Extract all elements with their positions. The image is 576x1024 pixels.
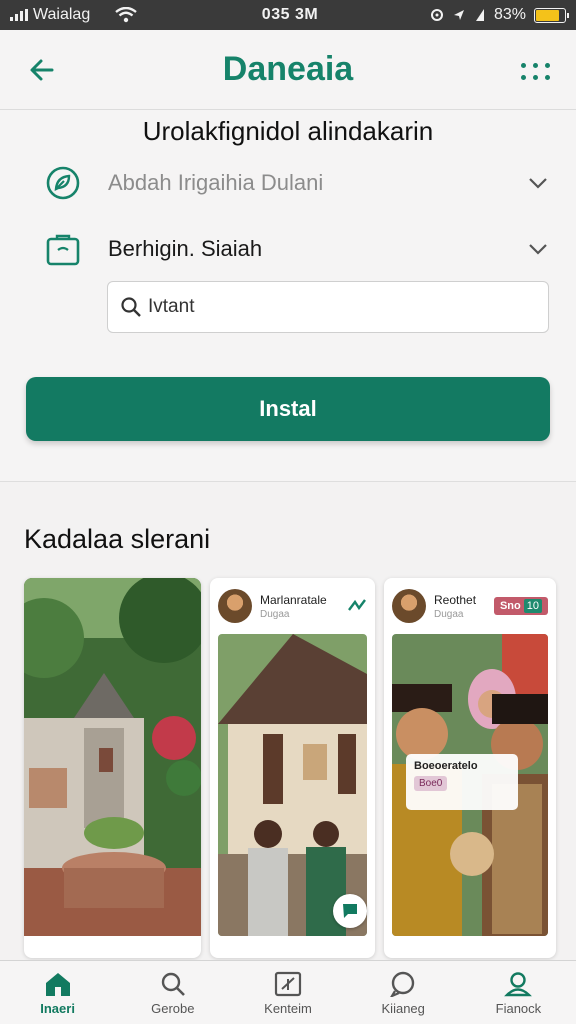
chevron-down-icon bbox=[526, 171, 550, 195]
search-icon bbox=[158, 970, 188, 998]
install-form: Urolakfignidol alindakarin Abdah Irigaih… bbox=[0, 110, 576, 482]
signal-icon bbox=[10, 9, 28, 21]
field-dropdown-2[interactable]: Berhigin. Siaiah bbox=[44, 224, 550, 274]
battery-percent: 83% bbox=[493, 6, 526, 23]
nav-create[interactable]: Kenteim bbox=[230, 961, 345, 1024]
nav-search[interactable]: Gerobe bbox=[115, 961, 230, 1024]
edit-square-icon bbox=[273, 970, 303, 998]
more-menu-button[interactable] bbox=[520, 56, 552, 86]
field2-label: Berhigin. Siaiah bbox=[108, 236, 263, 261]
status-time: 035 3M bbox=[261, 6, 319, 23]
content-card[interactable]: Reothet Dugaa Sno 10 Boeoeratelo Boe0 bbox=[384, 578, 556, 958]
bottom-navigation: Inaeri Gerobe Kenteim Kiianeg Fianock bbox=[0, 960, 576, 1024]
content-card[interactable] bbox=[24, 578, 201, 958]
profile-icon bbox=[503, 970, 533, 998]
info-popup: Boeoeratelo Boe0 bbox=[406, 754, 518, 810]
field1-label: Abdah Irigaihia Dulani bbox=[108, 170, 324, 195]
content-card[interactable]: Marlanratale Dugaa bbox=[210, 578, 375, 958]
leaf-icon bbox=[44, 164, 82, 202]
card-author: Reothet bbox=[434, 592, 477, 607]
nav-home[interactable]: Inaeri bbox=[0, 961, 115, 1024]
card-subtitle: Dugaa bbox=[434, 608, 464, 620]
people-photo: Boeoeratelo Boe0 bbox=[392, 634, 548, 936]
carrier-name: Waialag bbox=[33, 6, 91, 23]
status-bar: Waialag 035 3M 83% bbox=[0, 0, 576, 30]
home-icon bbox=[43, 970, 73, 998]
house-photo bbox=[218, 634, 367, 936]
share-icon[interactable] bbox=[347, 598, 367, 614]
form-heading: Urolakfignidol alindakarin bbox=[142, 116, 434, 146]
wifi-icon bbox=[115, 7, 137, 23]
comment-button[interactable] bbox=[333, 894, 367, 928]
bag-icon bbox=[44, 230, 82, 268]
search-field[interactable] bbox=[107, 281, 549, 333]
popup-tag: Boe0 bbox=[414, 776, 448, 791]
location-icon bbox=[453, 10, 464, 20]
battery-icon bbox=[534, 7, 569, 23]
search-icon bbox=[121, 297, 141, 317]
search-input[interactable] bbox=[148, 296, 528, 318]
card-author: Marlanratale bbox=[260, 592, 327, 607]
garden-shrine-photo bbox=[24, 578, 201, 936]
section-title: Kadalaa slerani bbox=[24, 524, 211, 554]
sync-icon bbox=[430, 9, 443, 21]
page-title: Daneaia bbox=[222, 50, 354, 88]
nav-profile[interactable]: Fianock bbox=[461, 961, 576, 1024]
nav-messages[interactable]: Kiianeg bbox=[346, 961, 461, 1024]
avatar bbox=[218, 589, 252, 623]
status-badge: Sno 10 bbox=[493, 597, 548, 615]
chat-bubble-icon bbox=[388, 970, 418, 998]
arrow-left-icon bbox=[30, 59, 54, 81]
field-dropdown-1[interactable]: Abdah Irigaihia Dulani bbox=[44, 158, 550, 208]
network-icon bbox=[475, 9, 484, 21]
install-button[interactable]: Instal bbox=[26, 377, 550, 441]
avatar bbox=[392, 589, 426, 623]
back-button[interactable] bbox=[26, 54, 58, 86]
card-subtitle: Dugaa bbox=[260, 608, 290, 620]
chevron-down-icon bbox=[526, 237, 550, 261]
popup-title: Boeoeratelo bbox=[414, 760, 478, 772]
app-header: Daneaia bbox=[0, 30, 576, 110]
chat-bubble-icon bbox=[343, 904, 357, 918]
